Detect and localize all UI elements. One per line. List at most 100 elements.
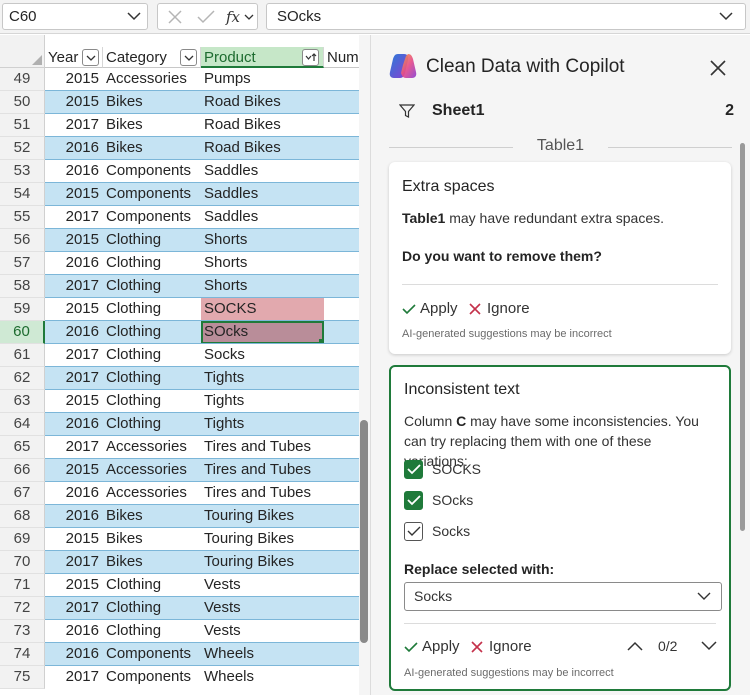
cell-year[interactable]: 2016 xyxy=(45,252,103,275)
filter-dropdown-icon[interactable] xyxy=(82,49,99,66)
cell-year[interactable]: 2015 xyxy=(45,68,103,91)
chevron-up-icon[interactable] xyxy=(627,641,643,651)
cell-num[interactable] xyxy=(324,528,360,551)
grid-vertical-scrollbar[interactable] xyxy=(359,35,370,695)
cell-product[interactable]: Shorts xyxy=(201,229,324,252)
cell-product[interactable]: Shorts xyxy=(201,252,324,275)
cell-product[interactable]: Touring Bikes xyxy=(201,528,324,551)
cell-product[interactable]: Socks xyxy=(201,344,324,367)
row-number[interactable]: 55 xyxy=(0,206,45,229)
cell-product[interactable]: Touring Bikes xyxy=(201,551,324,574)
cell-product[interactable]: Vests xyxy=(201,620,324,643)
cell-year[interactable]: 2017 xyxy=(45,344,103,367)
cell-num[interactable] xyxy=(324,597,360,620)
cell-year[interactable]: 2016 xyxy=(45,620,103,643)
cell-product[interactable]: Touring Bikes xyxy=(201,505,324,528)
cell-category[interactable]: Clothing xyxy=(103,344,201,367)
cell-product[interactable]: Tires and Tubes xyxy=(201,459,324,482)
ignore-button[interactable]: Ignore xyxy=(471,638,541,658)
cell-category[interactable]: Accessories xyxy=(103,482,201,505)
cell-year[interactable]: 2017 xyxy=(45,551,103,574)
row-number[interactable]: 72 xyxy=(0,597,45,620)
fx-icon[interactable]: fx xyxy=(225,8,255,26)
chevron-down-icon[interactable] xyxy=(719,11,733,21)
cell-product[interactable]: Vests xyxy=(201,597,324,620)
cell-product[interactable]: Saddles xyxy=(201,206,324,229)
cell-year[interactable]: 2015 xyxy=(45,91,103,114)
cell-category[interactable]: Bikes xyxy=(103,551,201,574)
cell-product[interactable]: Shorts xyxy=(201,275,324,298)
option-socks-upper[interactable]: SOCKS xyxy=(404,459,604,481)
cell-product[interactable]: Tights xyxy=(201,413,324,436)
option-socks-mixed[interactable]: SOcks xyxy=(404,490,604,512)
cell-num[interactable] xyxy=(324,459,360,482)
cell-category[interactable]: Accessories xyxy=(103,436,201,459)
cell-category[interactable]: Bikes xyxy=(103,528,201,551)
formula-input[interactable]: SOcks xyxy=(266,3,746,30)
checkbox-unchecked[interactable] xyxy=(404,522,423,541)
cell-category[interactable]: Bikes xyxy=(103,137,201,160)
cell-num[interactable] xyxy=(324,574,360,597)
cell-year[interactable]: 2017 xyxy=(45,597,103,620)
header-category[interactable]: Category xyxy=(103,47,201,68)
cell-num[interactable] xyxy=(324,183,360,206)
apply-button[interactable]: Apply xyxy=(402,300,462,320)
cell-product[interactable]: Road Bikes xyxy=(201,114,324,137)
cell-year[interactable]: 2016 xyxy=(45,482,103,505)
cell-num[interactable] xyxy=(324,482,360,505)
row-number[interactable]: 60 xyxy=(0,321,45,344)
cell-num[interactable] xyxy=(324,206,360,229)
cell-year[interactable]: 2015 xyxy=(45,229,103,252)
cell-num[interactable] xyxy=(324,390,360,413)
header-year[interactable]: Year xyxy=(45,47,103,68)
cell-category[interactable]: Clothing xyxy=(103,620,201,643)
cell-year[interactable]: 2017 xyxy=(45,206,103,229)
cell-product[interactable]: Tires and Tubes xyxy=(201,436,324,459)
checkbox-checked[interactable] xyxy=(404,491,423,510)
cell-year[interactable]: 2015 xyxy=(45,298,103,321)
cell-num[interactable] xyxy=(324,413,360,436)
cell-product[interactable]: Road Bikes xyxy=(201,91,324,114)
cell-num[interactable] xyxy=(324,275,360,298)
cell-product[interactable]: Tires and Tubes xyxy=(201,482,324,505)
cell-category[interactable]: Bikes xyxy=(103,114,201,137)
cell-category[interactable]: Components xyxy=(103,206,201,229)
chevron-down-icon[interactable] xyxy=(701,641,717,651)
cell-product[interactable]: Wheels xyxy=(201,666,324,689)
cell-num[interactable] xyxy=(324,666,360,689)
cancel-x-icon[interactable] xyxy=(167,9,183,25)
cell-num[interactable] xyxy=(324,114,360,137)
cell-category[interactable]: Clothing xyxy=(103,597,201,620)
row-number[interactable]: 65 xyxy=(0,436,45,459)
cell-year[interactable]: 2017 xyxy=(45,275,103,298)
cell-category[interactable]: Components xyxy=(103,666,201,689)
cell-year[interactable]: 2016 xyxy=(45,643,103,666)
row-number[interactable]: 59 xyxy=(0,298,45,321)
confirm-check-icon[interactable] xyxy=(197,9,215,25)
name-box[interactable]: C60 xyxy=(2,3,148,30)
cell-category[interactable]: Bikes xyxy=(103,505,201,528)
row-number[interactable]: 63 xyxy=(0,390,45,413)
cell-year[interactable]: 2015 xyxy=(45,574,103,597)
cell-num[interactable] xyxy=(324,620,360,643)
filter-sort-icon[interactable] xyxy=(302,49,319,66)
cell-year[interactable]: 2016 xyxy=(45,160,103,183)
row-number[interactable]: 67 xyxy=(0,482,45,505)
cell-product[interactable]: Vests xyxy=(201,574,324,597)
cell-year[interactable]: 2016 xyxy=(45,505,103,528)
cell-category[interactable]: Clothing xyxy=(103,275,201,298)
cell-product[interactable]: Tights xyxy=(201,367,324,390)
cell-num[interactable] xyxy=(324,344,360,367)
filter-dropdown-icon[interactable] xyxy=(180,49,197,66)
cell-category[interactable]: Clothing xyxy=(103,321,201,344)
row-number[interactable]: 71 xyxy=(0,574,45,597)
row-number[interactable]: 50 xyxy=(0,91,45,114)
cell-product[interactable]: Pumps xyxy=(201,68,324,91)
row-number[interactable]: 66 xyxy=(0,459,45,482)
cell-num[interactable] xyxy=(324,321,360,344)
cell-category[interactable]: Components xyxy=(103,160,201,183)
ignore-button[interactable]: Ignore xyxy=(469,300,539,320)
select-all-corner[interactable] xyxy=(0,35,45,68)
cell-num[interactable] xyxy=(324,252,360,275)
row-number[interactable]: 56 xyxy=(0,229,45,252)
